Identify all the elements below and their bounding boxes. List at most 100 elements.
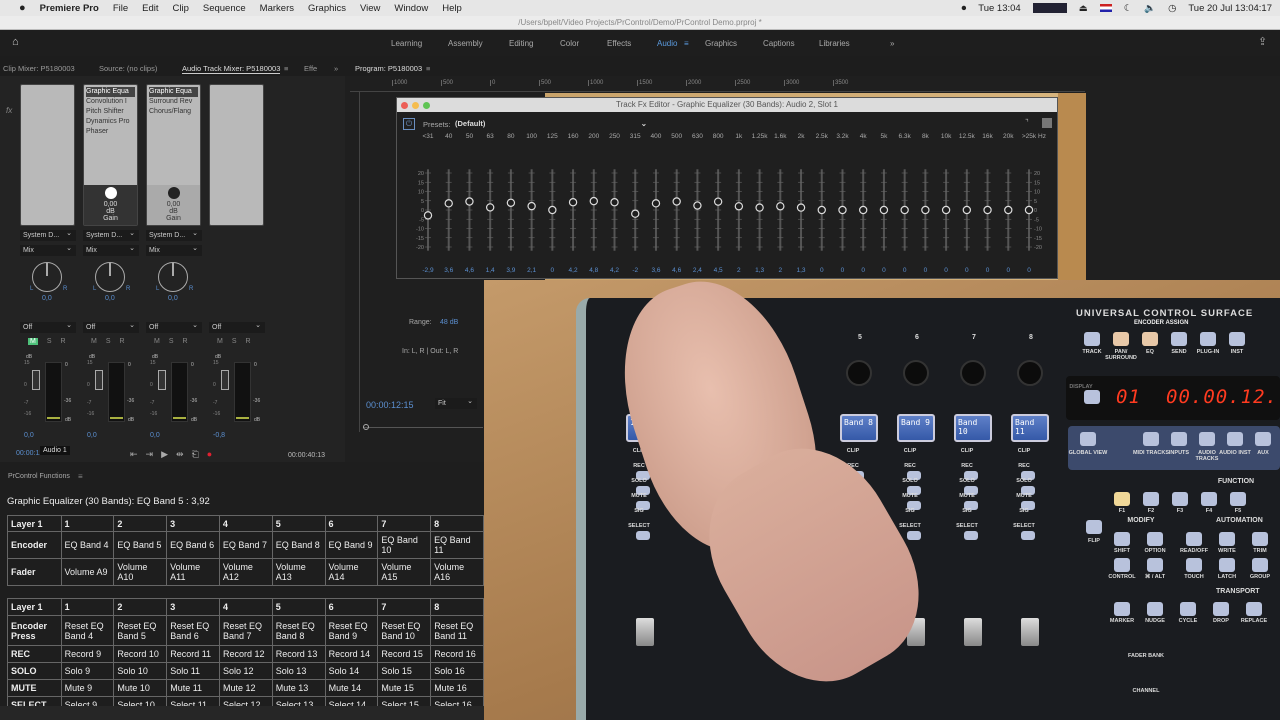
band-slider-knob[interactable] xyxy=(838,205,847,215)
transport-button[interactable] xyxy=(1180,602,1196,616)
pan-knob[interactable] xyxy=(32,262,62,292)
encoder-knob[interactable] xyxy=(846,360,872,386)
automation-button[interactable] xyxy=(1219,532,1235,546)
transport-button[interactable] xyxy=(1147,602,1163,616)
solo-button[interactable]: S xyxy=(47,338,52,345)
band-slider-knob[interactable] xyxy=(713,197,723,206)
band-slider-knob[interactable] xyxy=(631,209,640,218)
band-value[interactable]: 2,1 xyxy=(527,267,536,274)
playhead-handle[interactable] xyxy=(363,424,369,430)
menu-icon[interactable]: ≡ xyxy=(684,39,689,48)
channel-fader[interactable] xyxy=(636,618,654,646)
encoder-assign-button[interactable] xyxy=(1142,332,1158,346)
panel-menu-icon[interactable]: ≡ xyxy=(78,472,83,481)
tab-clip-mixer[interactable]: Clip Mixer: P5180003 xyxy=(3,64,75,73)
band-value[interactable]: -2,9 xyxy=(422,267,434,274)
menu-view[interactable]: View xyxy=(353,3,387,14)
band-value[interactable]: 0 xyxy=(903,267,907,274)
band-value[interactable]: 0 xyxy=(986,267,990,274)
display-button[interactable] xyxy=(1084,390,1100,404)
view-button[interactable] xyxy=(1171,432,1187,446)
workspace-assembly[interactable]: Assembly xyxy=(448,39,483,48)
band-slider-knob[interactable] xyxy=(983,205,992,215)
channel-fader[interactable] xyxy=(1021,618,1039,646)
play-in-out-icon[interactable]: ⎗ xyxy=(192,449,199,460)
band-slider-knob[interactable] xyxy=(568,198,578,207)
band-slider-knob[interactable] xyxy=(734,202,744,211)
fx-slot[interactable]: Dynamics Pro xyxy=(86,117,135,127)
band-slider-knob[interactable] xyxy=(651,199,661,208)
record-button[interactable]: R xyxy=(246,338,251,345)
band-slider-knob[interactable] xyxy=(444,199,453,208)
band-slider-knob[interactable] xyxy=(589,196,598,206)
band-value[interactable]: 4,2 xyxy=(610,267,619,274)
mute-button[interactable]: M xyxy=(154,338,160,345)
view-button[interactable] xyxy=(1199,432,1215,446)
band-value[interactable]: 4,8 xyxy=(589,267,598,274)
fx-slot[interactable]: Phaser xyxy=(86,127,135,137)
band-slider-knob[interactable] xyxy=(859,205,868,215)
band-slider-knob[interactable] xyxy=(423,211,433,220)
more-workspaces-button[interactable]: » xyxy=(890,39,894,48)
band-slider-knob[interactable] xyxy=(672,197,681,206)
band-value[interactable]: 0 xyxy=(882,267,886,274)
band-slider-knob[interactable] xyxy=(921,205,930,215)
function-button[interactable] xyxy=(1172,492,1188,506)
tab-program[interactable]: Program: P5180003 xyxy=(355,64,422,73)
fx-slot[interactable]: Graphic Equa xyxy=(149,87,198,97)
automation-select[interactable]: Off xyxy=(146,320,202,333)
band-slider-knob[interactable] xyxy=(962,205,972,215)
go-to-out-icon[interactable]: ⇥ xyxy=(146,449,154,460)
band-slider-knob[interactable] xyxy=(755,203,764,212)
band-value[interactable]: 0 xyxy=(944,267,948,274)
mute-button[interactable]: M xyxy=(91,338,97,345)
share-icon[interactable]: ⇪ xyxy=(1258,35,1267,48)
tab-effects[interactable]: Effe xyxy=(304,64,317,73)
record-button[interactable]: R xyxy=(120,338,125,345)
mode-select[interactable]: Mix xyxy=(83,243,139,256)
encoder-knob[interactable] xyxy=(960,360,986,386)
strip-button[interactable] xyxy=(964,531,978,540)
solo-button[interactable]: S xyxy=(232,338,237,345)
play-icon[interactable]: ▶ xyxy=(161,449,168,460)
audio-meter-icon[interactable] xyxy=(1032,3,1067,13)
gain-knob[interactable] xyxy=(167,187,180,199)
automation-button[interactable] xyxy=(1186,532,1202,546)
panel-menu-icon[interactable]: ≡ xyxy=(284,64,288,73)
band-value[interactable]: 0 xyxy=(924,267,928,274)
pan-knob[interactable] xyxy=(158,262,188,292)
transport-button[interactable] xyxy=(1246,602,1262,616)
encoder-knob[interactable] xyxy=(1017,360,1043,386)
menu-clip[interactable]: Clip xyxy=(166,3,196,14)
workspace-effects[interactable]: Effects xyxy=(607,39,631,48)
view-button[interactable] xyxy=(1080,432,1096,446)
fx-slot[interactable]: Graphic Equa xyxy=(86,87,135,97)
home-icon[interactable]: ⌂ xyxy=(12,36,19,48)
band-value[interactable]: 0 xyxy=(861,267,865,274)
program-menu-icon[interactable]: ≡ xyxy=(426,64,430,73)
modify-button[interactable] xyxy=(1147,532,1163,546)
band-value[interactable]: 4,2 xyxy=(569,267,578,274)
apple-menu-icon[interactable]: ● xyxy=(12,2,33,14)
encoder-knob[interactable] xyxy=(903,360,929,386)
band-value[interactable]: 1,4 xyxy=(486,267,495,274)
band-value[interactable]: 2 xyxy=(778,267,782,274)
band-slider-knob[interactable] xyxy=(610,198,619,207)
band-value[interactable]: 0 xyxy=(1027,267,1031,274)
band-slider-knob[interactable] xyxy=(1004,205,1013,215)
more-tabs-button[interactable]: » xyxy=(334,64,338,73)
automation-select[interactable]: Off xyxy=(83,320,139,333)
menu-sequence[interactable]: Sequence xyxy=(196,3,253,14)
band-value[interactable]: 1,3 xyxy=(797,267,806,274)
view-button[interactable] xyxy=(1227,432,1243,446)
band-slider-knob[interactable] xyxy=(941,205,951,215)
encoder-assign-button[interactable] xyxy=(1113,332,1129,346)
volume-fader[interactable] xyxy=(95,370,103,390)
automation-button[interactable] xyxy=(1252,558,1268,572)
zoom-window-button[interactable] xyxy=(423,102,430,109)
band-value[interactable]: 1,3 xyxy=(755,267,764,274)
encoder-assign-button[interactable] xyxy=(1229,332,1245,346)
band-value[interactable]: 4,6 xyxy=(672,267,681,274)
transport-button[interactable] xyxy=(1114,602,1130,616)
range-value[interactable]: 48 dB xyxy=(440,319,458,326)
